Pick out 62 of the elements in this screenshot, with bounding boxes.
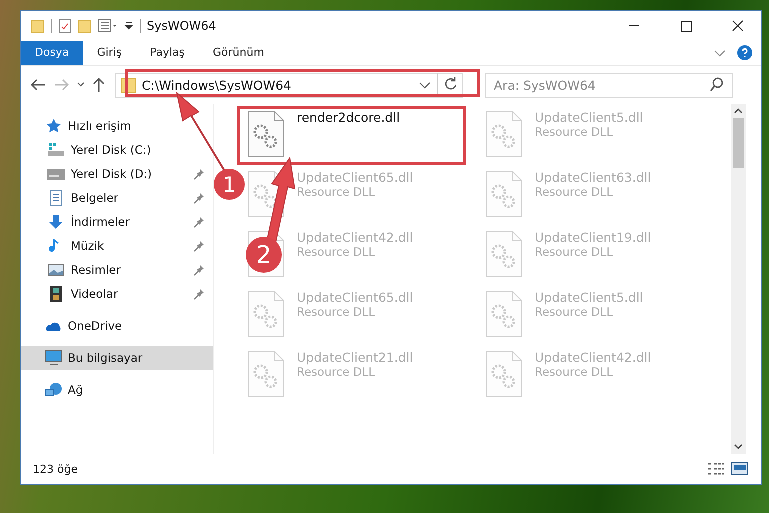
file-name[interactable]: render2dcore.dll xyxy=(297,110,400,125)
ribbon-tab[interactable]: Görünüm xyxy=(199,41,278,65)
folder-icon xyxy=(31,18,45,34)
address-path: C:\Windows\SysWOW64 xyxy=(142,78,292,92)
help-icon[interactable] xyxy=(737,45,753,61)
file-type: Resource DLL xyxy=(535,305,614,319)
file-type: Resource DLL xyxy=(297,185,376,199)
sidebar-item[interactable]: Belgeler xyxy=(21,186,213,210)
pin-icon[interactable] xyxy=(193,216,205,228)
file-type: Resource DLL xyxy=(297,245,376,259)
disk-c-icon xyxy=(47,142,65,158)
large-icons-view-icon[interactable] xyxy=(731,462,749,476)
sidebar-item[interactable]: Resimler xyxy=(21,258,213,282)
sidebar-item[interactable]: Yerel Disk (D:) xyxy=(21,162,213,186)
dll-file-icon xyxy=(247,290,285,338)
network-icon xyxy=(45,382,63,398)
pin-icon[interactable] xyxy=(193,168,205,180)
folder-icon xyxy=(78,18,92,34)
properties-icon xyxy=(58,18,72,34)
details-view-icon[interactable] xyxy=(707,462,725,476)
download-icon xyxy=(47,214,65,230)
dll-file-icon xyxy=(247,350,285,398)
sidebar-item[interactable]: OneDrive xyxy=(21,314,213,338)
sidebar-item[interactable]: Yerel Disk (C:) xyxy=(21,138,213,162)
ribbon-tab[interactable]: Giriş xyxy=(83,41,136,65)
dll-file-icon xyxy=(485,170,523,218)
sidebar-item[interactable]: Bu bilgisayar xyxy=(21,346,213,370)
ribbon-tab[interactable]: Dosya xyxy=(21,41,84,65)
file-type: Resource DLL xyxy=(535,185,614,199)
dll-file-icon xyxy=(485,110,523,158)
dll-file-icon xyxy=(485,350,523,398)
file-type: Resource DLL xyxy=(535,125,614,139)
scrollbar-thumb[interactable] xyxy=(733,118,744,168)
file-type: Resource DLL xyxy=(535,365,614,379)
pin-icon[interactable] xyxy=(193,288,205,300)
pc-icon xyxy=(45,350,63,366)
picture-icon xyxy=(47,262,65,278)
pin-icon[interactable] xyxy=(193,192,205,204)
search-field[interactable]: Ara: SysWOW64 xyxy=(485,72,733,98)
sidebar-item[interactable]: Videolar xyxy=(21,282,213,306)
sidebar-item[interactable]: Hızlı erişim xyxy=(21,114,213,138)
dll-file-icon xyxy=(485,230,523,278)
customize-icon xyxy=(98,18,118,34)
file-type: Resource DLL xyxy=(297,305,376,319)
video-icon xyxy=(47,286,65,302)
search-icon xyxy=(709,76,725,92)
ribbon-tab[interactable]: Paylaş xyxy=(136,41,199,65)
dll-file-icon xyxy=(247,110,285,158)
dll-file-icon xyxy=(485,290,523,338)
pin-icon[interactable] xyxy=(193,240,205,252)
sidebar-item[interactable]: Ağ xyxy=(21,378,213,402)
scrollbar[interactable] xyxy=(731,104,746,454)
star-icon xyxy=(45,118,63,134)
file-type: Resource DLL xyxy=(535,245,614,259)
sidebar-item[interactable]: Müzik xyxy=(21,234,213,258)
doc-icon xyxy=(47,190,65,206)
item-count: 123 öğe xyxy=(33,462,78,476)
sidebar-item[interactable]: İndirmeler xyxy=(21,210,213,234)
address-bar[interactable]: C:\Windows\SysWOW64 xyxy=(115,72,463,98)
pin-icon[interactable] xyxy=(193,264,205,276)
file-type: Resource DLL xyxy=(297,365,376,379)
window-title: SysWOW64 xyxy=(147,19,216,33)
